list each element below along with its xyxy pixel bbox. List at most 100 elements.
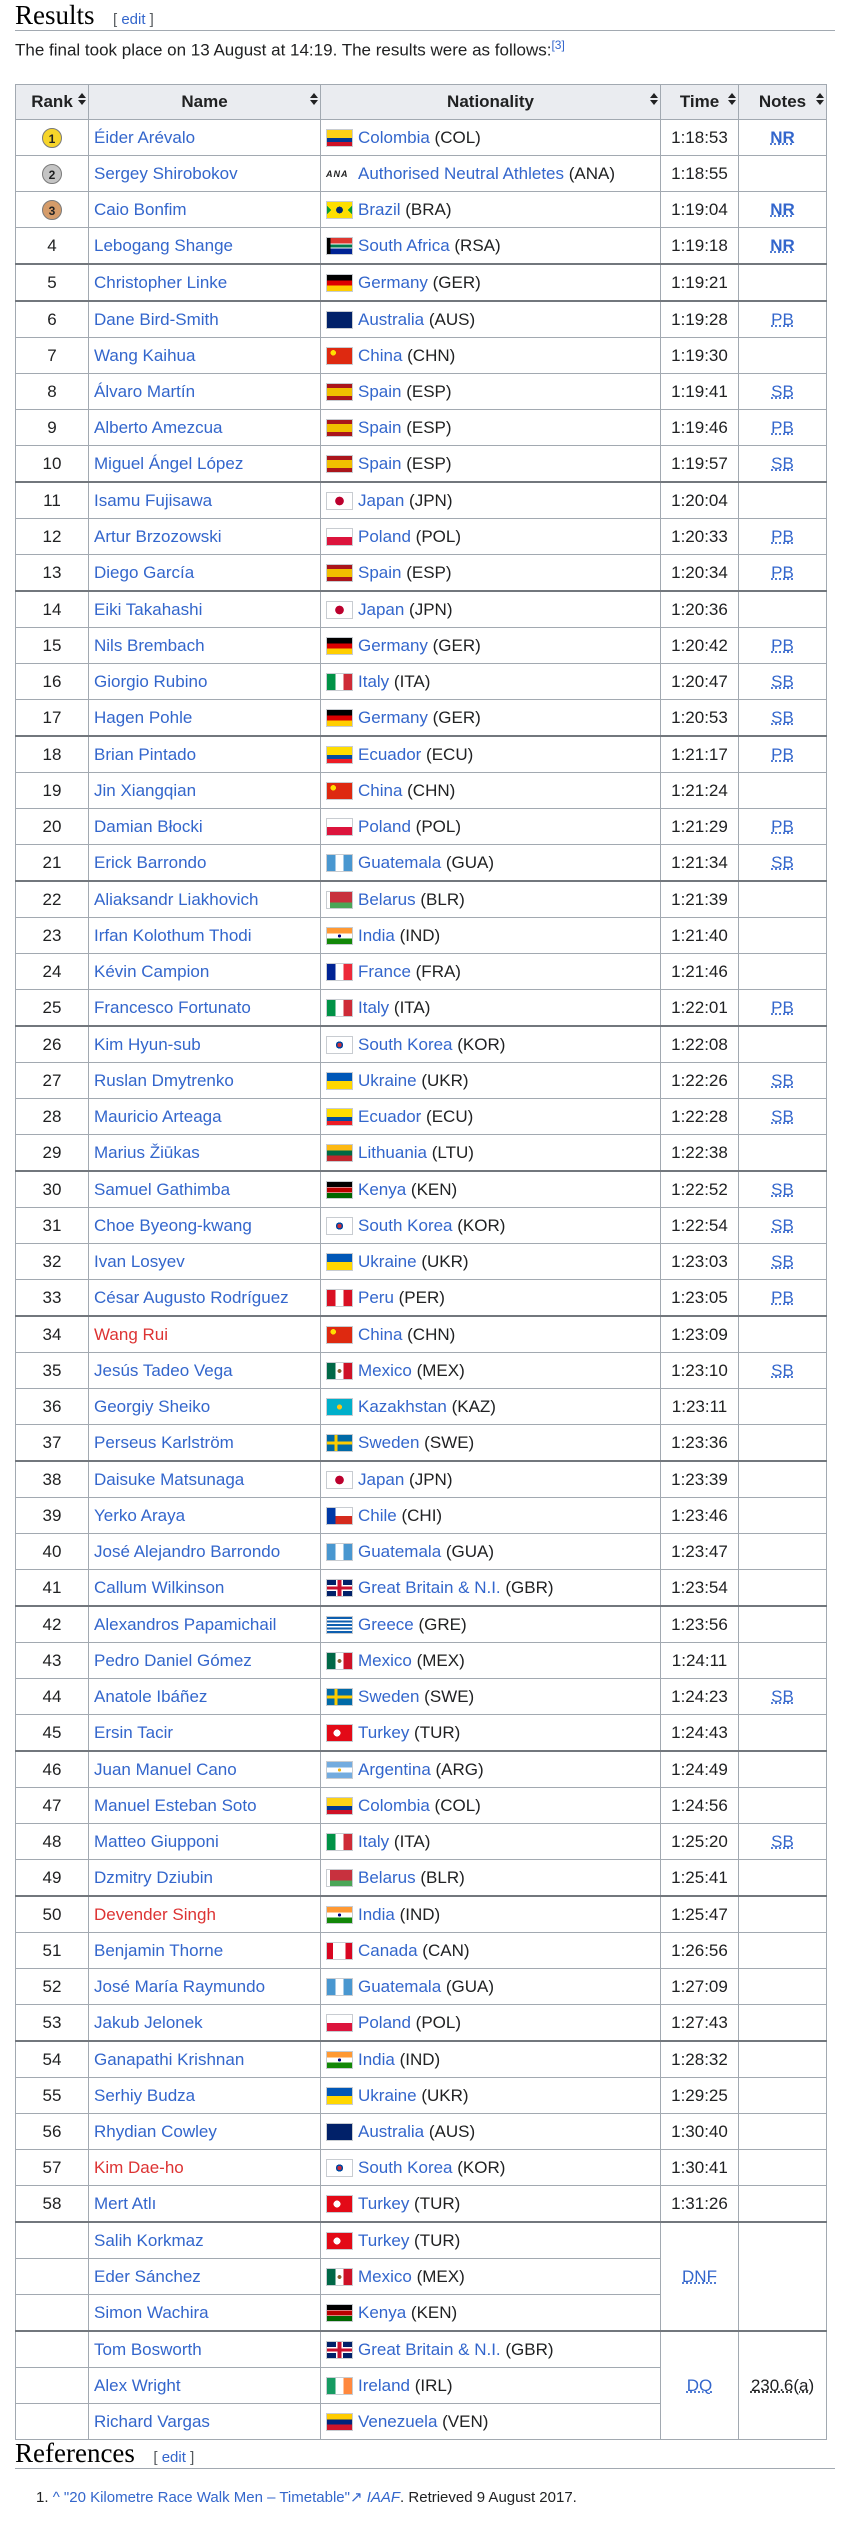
country-link[interactable]: China bbox=[358, 781, 402, 800]
athlete-link[interactable]: Jin Xiangqian bbox=[94, 781, 196, 800]
ref-title-link[interactable]: "20 Kilometre Race Walk Men – Timetable" bbox=[64, 2489, 350, 2506]
note-abbr[interactable]: PB bbox=[771, 745, 794, 764]
athlete-link[interactable]: Alex Wright bbox=[94, 2376, 181, 2395]
note-abbr[interactable]: SB bbox=[771, 1216, 794, 1235]
athlete-link[interactable]: Benjamin Thorne bbox=[94, 1941, 223, 1960]
note-abbr[interactable]: PB bbox=[771, 998, 794, 1017]
country-link[interactable]: South Korea bbox=[358, 1216, 453, 1235]
country-link[interactable]: Ecuador bbox=[358, 1107, 421, 1126]
country-link[interactable]: Japan bbox=[358, 491, 404, 510]
note-abbr[interactable]: SB bbox=[771, 853, 794, 872]
athlete-link[interactable]: Ruslan Dmytrenko bbox=[94, 1071, 234, 1090]
athlete-link[interactable]: Wang Rui bbox=[94, 1325, 168, 1344]
intro-citation[interactable]: [3] bbox=[551, 38, 564, 52]
athlete-link[interactable]: Jakub Jelonek bbox=[94, 2013, 203, 2032]
country-link[interactable]: Ireland bbox=[358, 2376, 410, 2395]
athlete-link[interactable]: Mert Atlı bbox=[94, 2194, 156, 2213]
note-abbr[interactable]: SB bbox=[771, 1832, 794, 1851]
athlete-link[interactable]: Damian Błocki bbox=[94, 817, 203, 836]
athlete-link[interactable]: Ivan Losyev bbox=[94, 1252, 185, 1271]
country-link[interactable]: Guatemala bbox=[358, 1977, 441, 1996]
country-link[interactable]: Guatemala bbox=[358, 853, 441, 872]
note-abbr[interactable]: SB bbox=[771, 708, 794, 727]
athlete-link[interactable]: Manuel Esteban Soto bbox=[94, 1796, 257, 1815]
athlete-link[interactable]: Simon Wachira bbox=[94, 2303, 209, 2322]
country-link[interactable]: Authorised Neutral Athletes bbox=[358, 164, 564, 183]
country-link[interactable]: Argentina bbox=[358, 1760, 431, 1779]
country-link[interactable]: Australia bbox=[358, 2122, 424, 2141]
athlete-link[interactable]: Giorgio Rubino bbox=[94, 672, 207, 691]
note-abbr[interactable]: NR bbox=[770, 200, 795, 219]
athlete-link[interactable]: Juan Manuel Cano bbox=[94, 1760, 237, 1779]
results-edit-link[interactable]: edit bbox=[121, 11, 145, 28]
country-link[interactable]: Ecuador bbox=[358, 745, 421, 764]
note-abbr[interactable]: SB bbox=[771, 1361, 794, 1380]
athlete-link[interactable]: Alexandros Papamichail bbox=[94, 1615, 276, 1634]
header-notes[interactable]: Notes bbox=[738, 84, 827, 120]
athlete-link[interactable]: Alberto Amezcua bbox=[94, 418, 223, 437]
athlete-link[interactable]: Georgiy Sheiko bbox=[94, 1397, 210, 1416]
country-link[interactable]: Poland bbox=[358, 527, 411, 546]
country-link[interactable]: France bbox=[358, 962, 411, 981]
country-link[interactable]: Germany bbox=[358, 708, 428, 727]
country-link[interactable]: South Korea bbox=[358, 2158, 453, 2177]
athlete-link[interactable]: Isamu Fujisawa bbox=[94, 491, 212, 510]
country-link[interactable]: Australia bbox=[358, 310, 424, 329]
country-link[interactable]: Germany bbox=[358, 636, 428, 655]
athlete-link[interactable]: José Alejandro Barrondo bbox=[94, 1542, 280, 1561]
country-link[interactable]: Poland bbox=[358, 817, 411, 836]
athlete-link[interactable]: Tom Bosworth bbox=[94, 2340, 202, 2359]
country-link[interactable]: Italy bbox=[358, 998, 389, 1017]
note-abbr[interactable]: PB bbox=[771, 636, 794, 655]
country-link[interactable]: Colombia bbox=[358, 128, 430, 147]
note-abbr[interactable]: SB bbox=[771, 1107, 794, 1126]
country-link[interactable]: Colombia bbox=[358, 1796, 430, 1815]
country-link[interactable]: Great Britain & N.I. bbox=[358, 1578, 501, 1597]
country-link[interactable]: India bbox=[358, 1905, 395, 1924]
country-link[interactable]: Lithuania bbox=[358, 1143, 427, 1162]
athlete-link[interactable]: Kim Dae-ho bbox=[94, 2158, 184, 2177]
athlete-link[interactable]: Callum Wilkinson bbox=[94, 1578, 224, 1597]
note-abbr[interactable]: PB bbox=[771, 563, 794, 582]
athlete-link[interactable]: Richard Vargas bbox=[94, 2412, 210, 2431]
ref-backlink[interactable]: ^ bbox=[53, 2489, 60, 2506]
athlete-link[interactable]: Caio Bonfim bbox=[94, 200, 187, 219]
athlete-link[interactable]: Kim Hyun-sub bbox=[94, 1035, 201, 1054]
dq-rule[interactable]: 230.6(a) bbox=[751, 2376, 814, 2395]
ref-publisher[interactable]: IAAF bbox=[367, 2489, 400, 2506]
country-link[interactable]: Guatemala bbox=[358, 1542, 441, 1561]
country-link[interactable]: Belarus bbox=[358, 1868, 416, 1887]
note-abbr[interactable]: PB bbox=[771, 310, 794, 329]
header-time[interactable]: Time bbox=[660, 84, 739, 120]
note-abbr[interactable]: SB bbox=[771, 1252, 794, 1271]
note-abbr[interactable]: SB bbox=[771, 672, 794, 691]
athlete-link[interactable]: Nils Brembach bbox=[94, 636, 205, 655]
athlete-link[interactable]: José María Raymundo bbox=[94, 1977, 265, 1996]
header-rank[interactable]: Rank bbox=[15, 84, 89, 120]
note-abbr[interactable]: NR bbox=[770, 128, 795, 147]
note-abbr[interactable]: PB bbox=[771, 527, 794, 546]
country-link[interactable]: Turkey bbox=[358, 1723, 409, 1742]
athlete-link[interactable]: Samuel Gathimba bbox=[94, 1180, 230, 1199]
note-abbr[interactable]: PB bbox=[771, 1288, 794, 1307]
athlete-link[interactable]: Diego García bbox=[94, 563, 194, 582]
country-link[interactable]: Ukraine bbox=[358, 1252, 417, 1271]
athlete-link[interactable]: Mauricio Arteaga bbox=[94, 1107, 222, 1126]
country-link[interactable]: India bbox=[358, 2050, 395, 2069]
country-link[interactable]: South Africa bbox=[358, 236, 450, 255]
athlete-link[interactable]: Serhiy Budza bbox=[94, 2086, 195, 2105]
country-link[interactable]: Venezuela bbox=[358, 2412, 437, 2431]
country-link[interactable]: Kenya bbox=[358, 1180, 406, 1199]
athlete-link[interactable]: Dane Bird-Smith bbox=[94, 310, 219, 329]
athlete-link[interactable]: Irfan Kolothum Thodi bbox=[94, 926, 252, 945]
country-link[interactable]: China bbox=[358, 1325, 402, 1344]
country-link[interactable]: Japan bbox=[358, 1470, 404, 1489]
athlete-link[interactable]: Álvaro Martín bbox=[94, 382, 195, 401]
country-link[interactable]: South Korea bbox=[358, 1035, 453, 1054]
country-link[interactable]: Italy bbox=[358, 672, 389, 691]
country-link[interactable]: Belarus bbox=[358, 890, 416, 909]
athlete-link[interactable]: Devender Singh bbox=[94, 1905, 216, 1924]
note-abbr[interactable]: PB bbox=[771, 418, 794, 437]
country-link[interactable]: Italy bbox=[358, 1832, 389, 1851]
athlete-link[interactable]: Salih Korkmaz bbox=[94, 2231, 204, 2250]
